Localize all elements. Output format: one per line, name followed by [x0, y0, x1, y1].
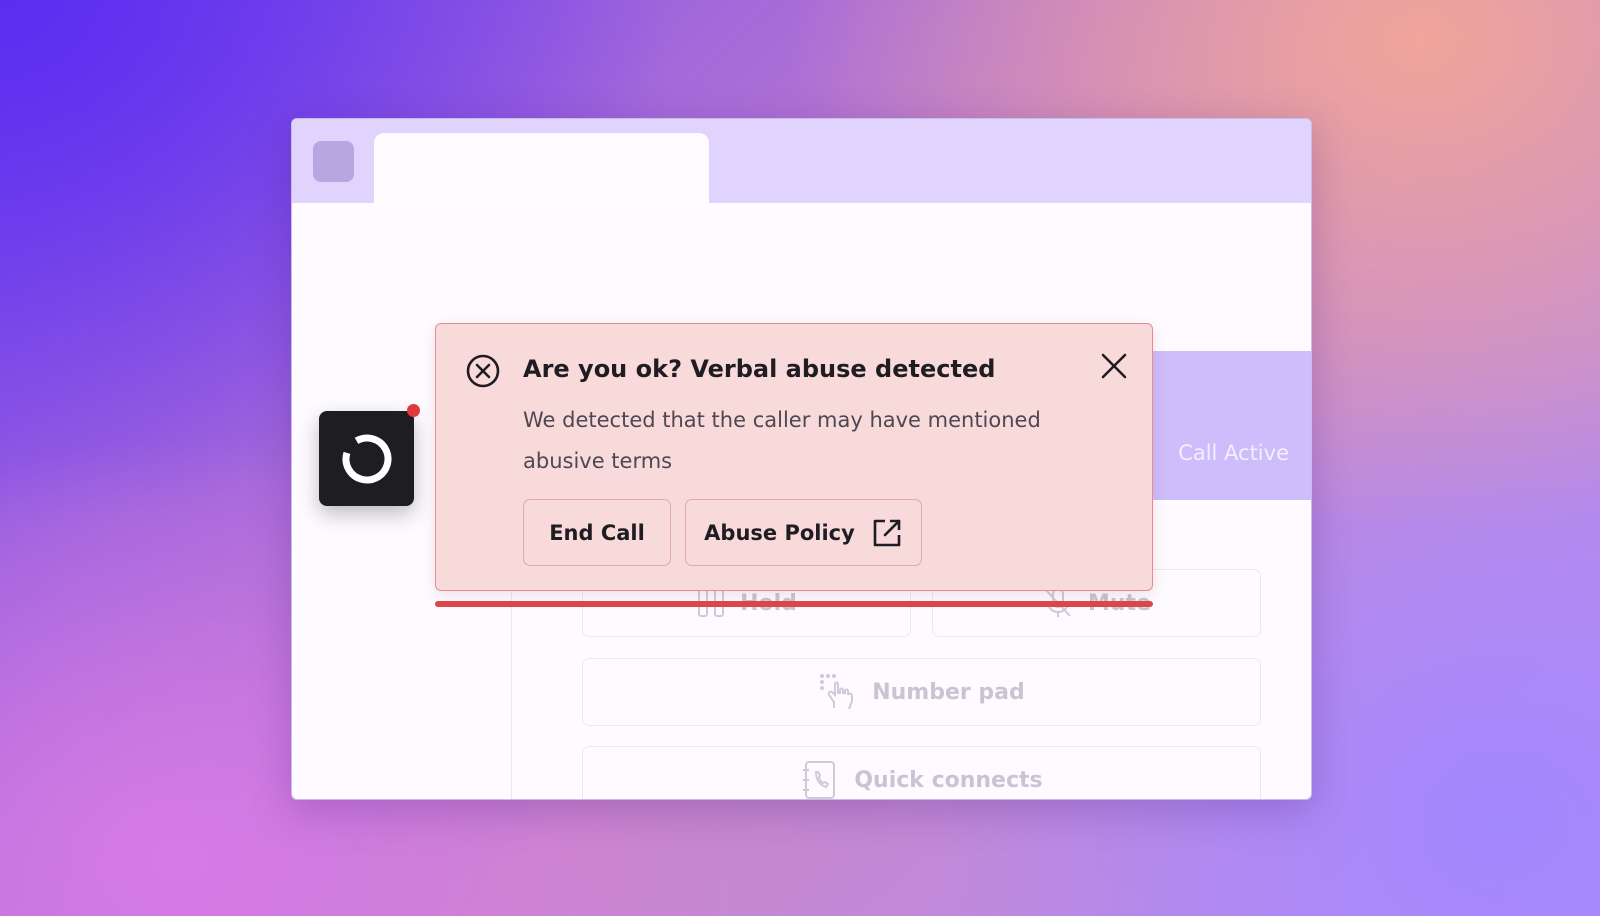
quick-connects-label: Quick connects [854, 767, 1043, 793]
end-call-label: End Call [549, 520, 645, 545]
alert-timeout-progress [435, 601, 1153, 607]
abuse-policy-button[interactable]: Abuse Policy [685, 499, 922, 566]
window-menu-button[interactable] [313, 141, 354, 182]
abuse-policy-label: Abuse Policy [704, 520, 855, 545]
quick-connects-button[interactable]: Quick connects [582, 746, 1261, 799]
tap-hand-icon [820, 674, 854, 710]
external-link-icon [873, 519, 901, 546]
alert-title: Are you ok? Verbal abuse detected [523, 355, 996, 383]
circle-x-icon [466, 354, 500, 388]
call-status-bar: Call Active [1136, 351, 1311, 500]
number-pad-button[interactable]: Number pad [582, 658, 1261, 726]
browser-tab-active[interactable] [374, 133, 709, 203]
phone-book-icon [803, 761, 836, 799]
close-icon[interactable] [1099, 351, 1129, 381]
call-status-label: Call Active [1178, 441, 1289, 465]
app-launcher-icon[interactable] [319, 411, 414, 506]
ring-logo-icon [342, 434, 391, 483]
notification-badge [407, 404, 420, 417]
number-pad-label: Number pad [872, 679, 1025, 705]
end-call-button[interactable]: End Call [523, 499, 671, 566]
window-titlebar [292, 119, 1311, 203]
alert-message: We detected that the caller may have men… [523, 408, 1041, 473]
abuse-alert-dialog: Are you ok? Verbal abuse detected We det… [435, 323, 1153, 591]
